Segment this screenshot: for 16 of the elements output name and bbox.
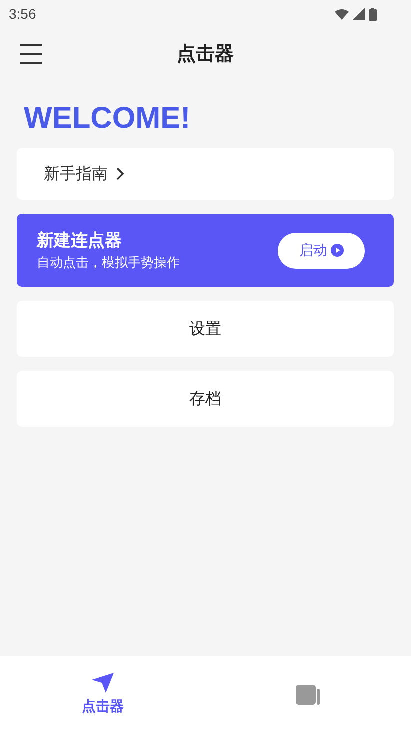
play-icon [330,244,344,257]
menu-item[interactable]: 存档 [17,371,394,427]
menu-item[interactable]: 设置 [17,301,394,357]
wifi-icon [335,8,349,20]
welcome-heading: WELCOME! [24,102,192,137]
send-icon [90,672,115,694]
card-subtitle: 自动点击，模拟手势操作 [37,255,180,272]
card-title: 新建连点器 [37,230,123,252]
start-button[interactable]: 启动 [278,232,365,268]
battery-icon [369,8,377,20]
status-time: 3:56 [9,6,36,22]
chevron-right-icon [116,167,125,181]
signal-icon [353,8,365,20]
menu-icon[interactable] [19,43,43,65]
guide-link[interactable]: 新手指南 [17,148,394,200]
app-title: 点击器 [177,42,234,67]
